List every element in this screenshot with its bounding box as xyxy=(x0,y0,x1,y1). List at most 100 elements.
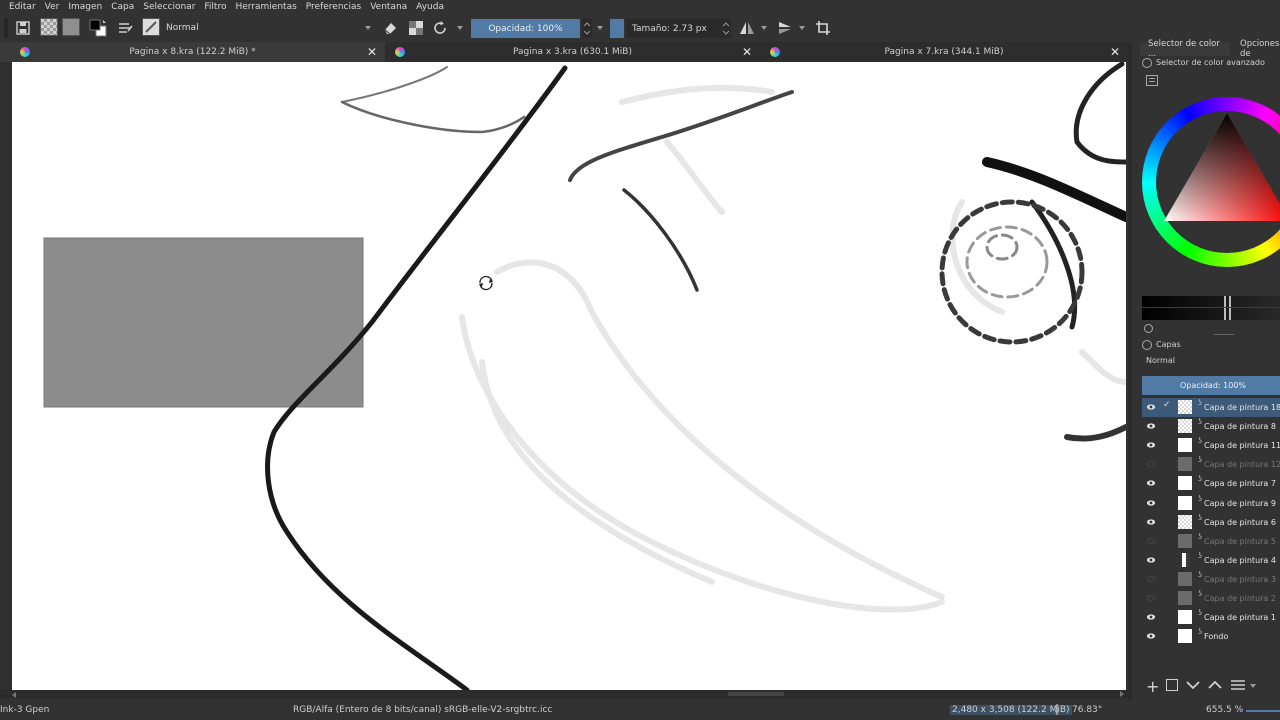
gradient-swatch[interactable] xyxy=(40,18,58,36)
color-history-strip[interactable] xyxy=(1142,296,1280,320)
layer-row[interactable]: ʖ Capa de pintura 11 xyxy=(1142,436,1280,455)
menu-item-ver[interactable]: Ver xyxy=(45,2,60,12)
menu-item-ventana[interactable]: Ventana xyxy=(370,2,407,12)
color-settings-icon[interactable] xyxy=(1146,75,1158,86)
alpha-lock-icon[interactable]: ʖ xyxy=(1198,608,1202,617)
size-slider-fill[interactable] xyxy=(610,19,624,38)
zoom-slider[interactable] xyxy=(1246,710,1280,712)
layer-row[interactable]: ✓ ʖ Capa de pintura 18 xyxy=(1142,398,1280,417)
eraser-icon[interactable] xyxy=(380,18,400,38)
alpha-lock-icon[interactable]: ʖ xyxy=(1198,532,1202,541)
layer-properties-icon[interactable] xyxy=(1230,680,1246,690)
size-slider[interactable]: Tamaño: 2.73 px xyxy=(626,19,721,38)
opacity-spinner[interactable] xyxy=(582,19,592,38)
chevron-down-icon[interactable] xyxy=(457,26,463,30)
rotation-angle[interactable]: 76.83° xyxy=(1072,705,1102,715)
eye-icon[interactable] xyxy=(1146,442,1156,448)
save-icon[interactable] xyxy=(14,18,32,38)
tab-document-7[interactable]: Pagina x 7.kra (344.1 MiB) ✕ xyxy=(760,42,1128,62)
brush-presets-icon[interactable] xyxy=(116,18,134,38)
scroll-right-icon[interactable] xyxy=(1120,691,1124,697)
layer-row[interactable]: ʖ Capa de pintura 12 xyxy=(1142,455,1280,474)
color-triangle[interactable] xyxy=(1142,97,1280,267)
chevron-down-icon[interactable] xyxy=(1250,684,1256,688)
active-check-icon[interactable]: ✓ xyxy=(1163,400,1171,410)
tab-tool-options[interactable]: Opciones de xyxy=(1232,39,1280,59)
eye-hidden-icon[interactable] xyxy=(1146,595,1156,601)
brush-preset-name[interactable]: Ink-3 Gpen xyxy=(0,705,49,715)
alpha-lock-icon[interactable]: ʖ xyxy=(1198,455,1202,464)
menu-item-seleccionar[interactable]: Seleccionar xyxy=(143,2,195,12)
layer-blend-mode-select[interactable]: Normal xyxy=(1142,356,1280,370)
dock-splitter[interactable] xyxy=(1214,334,1234,335)
alpha-lock-icon[interactable]: ʖ xyxy=(1198,627,1202,636)
opacity-slider[interactable]: Opacidad: 100% xyxy=(471,19,580,38)
alpha-lock-icon[interactable]: ʖ xyxy=(1198,551,1202,560)
move-up-icon[interactable] xyxy=(1208,680,1222,690)
eye-hidden-icon[interactable] xyxy=(1146,576,1156,582)
pattern-swatch[interactable] xyxy=(62,18,80,36)
add-layer-icon[interactable]: + xyxy=(1146,679,1159,695)
close-icon[interactable]: ✕ xyxy=(1110,45,1120,59)
menu-item-capa[interactable]: Capa xyxy=(111,2,134,12)
panel-float-icon[interactable] xyxy=(1142,58,1152,68)
scrollbar-thumb[interactable] xyxy=(728,692,784,696)
layer-row[interactable]: ʖ Fondo xyxy=(1142,627,1280,646)
duplicate-layer-icon[interactable] xyxy=(1166,679,1178,691)
layer-row[interactable]: ʖ Capa de pintura 6 xyxy=(1142,513,1280,532)
preserve-alpha-icon[interactable] xyxy=(406,18,426,38)
scroll-left-icon[interactable] xyxy=(12,692,16,698)
layer-row[interactable]: ʖ Capa de pintura 5 xyxy=(1142,532,1280,551)
mirror-vertical-icon[interactable] xyxy=(775,18,795,38)
layer-row[interactable]: ʖ Capa de pintura 2 xyxy=(1142,589,1280,608)
close-icon[interactable]: ✕ xyxy=(742,45,752,59)
alpha-lock-icon[interactable]: ʖ xyxy=(1198,494,1202,503)
eye-hidden-icon[interactable] xyxy=(1146,538,1156,544)
alpha-lock-icon[interactable]: ʖ xyxy=(1198,436,1202,445)
color-wheel-area[interactable] xyxy=(1142,97,1280,269)
move-down-icon[interactable] xyxy=(1186,680,1200,690)
drawing-canvas[interactable] xyxy=(12,62,1126,690)
eye-icon[interactable] xyxy=(1146,518,1156,525)
brush-preview-icon[interactable] xyxy=(142,18,160,36)
menu-item-editar[interactable]: Editar xyxy=(9,2,36,12)
alpha-lock-icon[interactable]: ʖ xyxy=(1198,589,1202,598)
chevron-down-icon[interactable] xyxy=(597,26,603,30)
eye-hidden-icon[interactable] xyxy=(1146,461,1156,467)
layer-row[interactable]: ʖ Capa de pintura 8 xyxy=(1142,417,1280,436)
eye-icon[interactable] xyxy=(1146,480,1156,487)
zoom-level[interactable]: 655.5 % xyxy=(1206,705,1243,715)
tab-document-8[interactable]: Pagina x 8.kra (122.2 MiB) * ✕ xyxy=(0,42,385,62)
layer-row[interactable]: ʖ Capa de pintura 4 xyxy=(1142,551,1280,570)
layer-row[interactable]: ʖ Capa de pintura 7 xyxy=(1142,474,1280,493)
alpha-lock-icon[interactable]: ʖ xyxy=(1198,513,1202,522)
tab-document-3[interactable]: Pagina x 3.kra (630.1 MiB) ✕ xyxy=(385,42,760,62)
chevron-down-icon[interactable] xyxy=(799,26,805,30)
layer-row[interactable]: ʖ Capa de pintura 1 xyxy=(1142,608,1280,627)
horizontal-scrollbar[interactable] xyxy=(0,690,1128,698)
eye-icon[interactable] xyxy=(1146,499,1156,506)
close-icon[interactable]: ✕ xyxy=(367,45,377,59)
chevron-down-icon[interactable] xyxy=(761,26,767,30)
alpha-lock-icon[interactable]: ʖ xyxy=(1198,570,1202,579)
mirror-horizontal-icon[interactable] xyxy=(737,18,757,38)
alpha-lock-icon[interactable]: ʖ xyxy=(1198,474,1202,483)
eye-icon[interactable] xyxy=(1146,404,1156,410)
eye-icon[interactable] xyxy=(1146,557,1156,563)
menu-item-ayuda[interactable]: Ayuda xyxy=(416,2,444,12)
menu-item-preferencias[interactable]: Preferencias xyxy=(306,2,361,12)
eye-icon[interactable] xyxy=(1146,633,1156,639)
alpha-lock-icon[interactable]: ʖ xyxy=(1198,417,1202,426)
reload-preset-icon[interactable] xyxy=(430,18,450,38)
tab-color-selector[interactable]: Selector de color ... xyxy=(1140,39,1230,59)
layer-opacity-slider[interactable]: Opacidad: 100% xyxy=(1142,376,1280,395)
panel-float-icon[interactable] xyxy=(1142,340,1152,350)
eye-icon[interactable] xyxy=(1146,423,1156,429)
alpha-lock-icon[interactable]: ʖ xyxy=(1198,398,1202,407)
menu-item-herramientas[interactable]: Herramientas xyxy=(235,2,296,12)
eye-icon[interactable] xyxy=(1146,614,1156,620)
layer-row[interactable]: ʖ Capa de pintura 3 xyxy=(1142,570,1280,589)
wrap-around-icon[interactable] xyxy=(813,18,833,38)
reset-icon[interactable] xyxy=(1144,324,1153,333)
menu-item-filtro[interactable]: Filtro xyxy=(204,2,226,12)
